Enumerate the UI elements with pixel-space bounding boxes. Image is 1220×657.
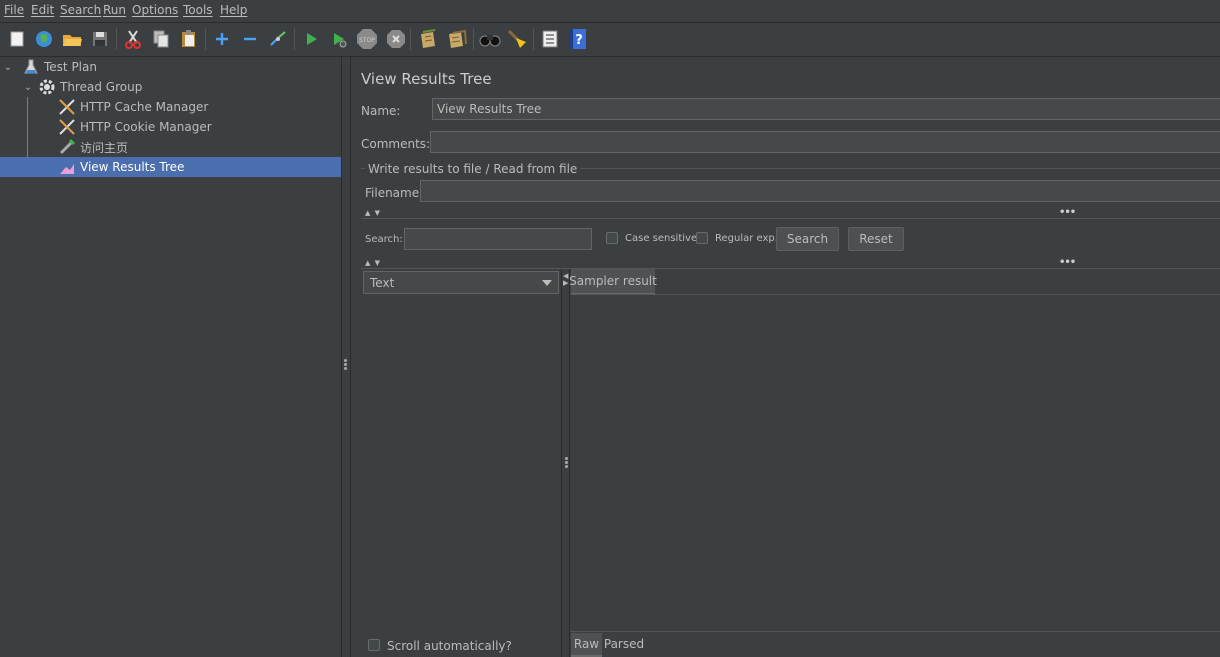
- comments-label: Comments:: [361, 137, 431, 151]
- clear-all-icon[interactable]: [445, 27, 469, 51]
- collapse-icon[interactable]: [238, 27, 262, 51]
- wrench-icon: [58, 118, 76, 136]
- menu-edit[interactable]: Edit: [31, 3, 54, 17]
- scroll-automatically-checkbox[interactable]: [368, 639, 380, 651]
- collapse-arrows[interactable]: ▲ ▼: [365, 259, 381, 267]
- menu-help[interactable]: Help: [220, 3, 247, 17]
- paste-icon[interactable]: [177, 27, 201, 51]
- collapse-arrows[interactable]: ▲ ▼: [365, 209, 381, 217]
- menu-options[interactable]: Options: [132, 3, 178, 17]
- comments-field[interactable]: [430, 131, 1220, 153]
- filename-label: Filename: [365, 186, 420, 200]
- tree-node-label: HTTP Cookie Manager: [80, 120, 212, 134]
- scroll-automatically-label: Scroll automatically?: [387, 639, 512, 653]
- page-title: View Results Tree: [361, 70, 492, 88]
- tree-node-cache-manager[interactable]: HTTP Cache Manager: [58, 97, 338, 117]
- file-section-title: Write results to file / Read from file: [365, 162, 581, 176]
- search-button[interactable]: Search: [776, 227, 839, 251]
- stop-icon[interactable]: STOP: [355, 27, 379, 51]
- drag-handle[interactable]: •••: [1059, 207, 1076, 218]
- tree-node-label: HTTP Cache Manager: [80, 100, 209, 114]
- search-label: Search:: [365, 234, 403, 245]
- svg-text:?: ?: [575, 33, 583, 48]
- help-icon[interactable]: ?: [566, 27, 590, 51]
- tree-node-label: 访问主页: [80, 140, 129, 155]
- drag-handle[interactable]: •••: [1059, 257, 1076, 268]
- regex-label: Regular exp.: [715, 233, 778, 244]
- chevron-down-icon[interactable]: ⌄: [2, 62, 14, 73]
- split-arrows[interactable]: ◀ ▶: [563, 273, 568, 287]
- tab-sampler-result[interactable]: Sampler result: [569, 269, 657, 295]
- menu-run[interactable]: Run: [103, 3, 126, 17]
- flask-icon: [22, 58, 40, 76]
- tree-node-label: Test Plan: [44, 60, 97, 74]
- tab-parsed[interactable]: Parsed: [604, 633, 644, 655]
- renderer-select-value: Text: [370, 275, 395, 290]
- reset-search-icon[interactable]: [505, 27, 529, 51]
- toggle-icon[interactable]: [266, 27, 290, 51]
- expand-icon[interactable]: [210, 27, 234, 51]
- tree-node-test-plan[interactable]: ⌄ Test Plan: [2, 57, 338, 77]
- search-icon[interactable]: [478, 27, 502, 51]
- clear-icon[interactable]: [416, 27, 440, 51]
- tab-raw[interactable]: Raw: [571, 633, 602, 657]
- pipette-icon: [58, 138, 76, 156]
- wrench-icon: [58, 98, 76, 116]
- panel-splitter[interactable]: [342, 57, 351, 657]
- search-input[interactable]: [404, 228, 592, 250]
- toolbar: STOP ?: [0, 23, 1220, 57]
- filename-field[interactable]: [420, 180, 1220, 202]
- chevron-down-icon[interactable]: ⌄: [22, 82, 34, 93]
- menu-search[interactable]: Search: [60, 3, 101, 17]
- tree-node-label: View Results Tree: [80, 160, 185, 174]
- menu-file[interactable]: File: [4, 3, 24, 17]
- chart-icon: [58, 158, 76, 176]
- start-no-pause-icon[interactable]: [327, 27, 351, 51]
- copy-icon[interactable]: [149, 27, 173, 51]
- templates-icon[interactable]: [32, 27, 56, 51]
- chevron-down-icon: [542, 279, 552, 286]
- case-sensitive-label: Case sensitive: [625, 233, 698, 244]
- case-sensitive-checkbox[interactable]: [606, 232, 618, 244]
- tree-node-label: Thread Group: [60, 80, 143, 94]
- svg-text:STOP: STOP: [359, 37, 375, 44]
- open-icon[interactable]: [60, 27, 84, 51]
- start-icon[interactable]: [299, 27, 323, 51]
- reset-button[interactable]: Reset: [848, 227, 904, 251]
- tree-node-sampler[interactable]: 访问主页: [58, 137, 338, 157]
- menu-bar: File Edit Search Run Options Tools Help: [0, 0, 1220, 23]
- tree-node-view-results-tree[interactable]: View Results Tree: [0, 157, 341, 177]
- shutdown-icon[interactable]: [384, 27, 408, 51]
- regex-checkbox[interactable]: [696, 232, 708, 244]
- save-icon[interactable]: [88, 27, 112, 51]
- gear-icon: [38, 78, 56, 96]
- function-helper-icon[interactable]: [538, 27, 562, 51]
- name-label: Name:: [361, 104, 401, 118]
- tree-node-cookie-manager[interactable]: HTTP Cookie Manager: [58, 117, 338, 137]
- new-icon[interactable]: [5, 27, 29, 51]
- cut-icon[interactable]: [121, 27, 145, 51]
- name-field[interactable]: [432, 98, 1220, 120]
- renderer-select[interactable]: Text: [363, 271, 559, 294]
- tree-node-thread-group[interactable]: ⌄ Thread Group: [22, 77, 338, 97]
- menu-tools[interactable]: Tools: [183, 3, 213, 17]
- results-tree-panel: View Results Tree Name: Comments: Write …: [351, 57, 1220, 657]
- test-plan-tree: ⌄ Test Plan ⌄ Thread Group HTTP Cache Ma…: [0, 57, 342, 657]
